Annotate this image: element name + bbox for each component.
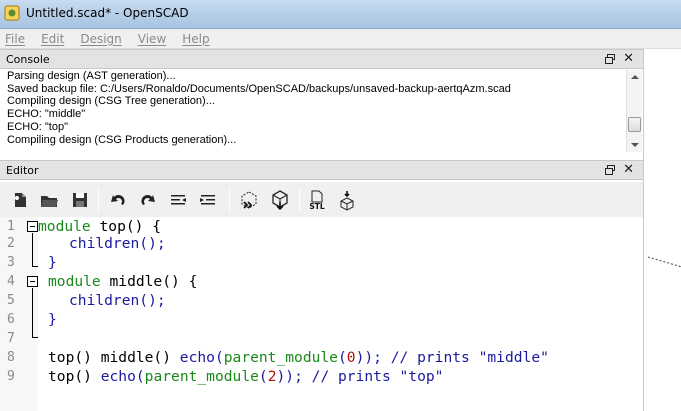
number-literal: 2 bbox=[267, 368, 277, 385]
code-token: (); bbox=[139, 292, 166, 309]
menu-view[interactable]: View bbox=[138, 32, 166, 46]
menu-edit[interactable]: Edit bbox=[41, 32, 64, 46]
code-line: 6 } bbox=[0, 310, 643, 329]
code-token: (); bbox=[139, 235, 166, 252]
code-line: 2 children(); bbox=[0, 234, 643, 253]
comment: // prints "top" bbox=[311, 368, 444, 385]
scroll-thumb[interactable] bbox=[628, 117, 641, 132]
render-icon[interactable] bbox=[269, 189, 291, 211]
code-line: 9 top() echo(parent_module(2)); // print… bbox=[0, 367, 643, 386]
line-number: 7 bbox=[7, 331, 15, 346]
code-token: ( bbox=[135, 368, 145, 385]
code-line: 7 bbox=[0, 329, 643, 348]
code-token: )); bbox=[276, 368, 312, 385]
function-name: parent_module bbox=[223, 349, 338, 366]
function-name: children bbox=[69, 292, 140, 309]
menu-design[interactable]: Design bbox=[80, 32, 121, 46]
editor-toolbar: STL bbox=[0, 182, 643, 217]
indent-icon[interactable] bbox=[197, 189, 219, 211]
float-icon[interactable] bbox=[604, 53, 616, 65]
code-token: } bbox=[48, 254, 57, 271]
line-number: 5 bbox=[7, 293, 15, 308]
console-close-icon[interactable]: ✕ bbox=[623, 51, 634, 67]
comment: // prints "middle" bbox=[390, 349, 549, 366]
function-name: echo bbox=[100, 368, 136, 385]
unindent-icon[interactable] bbox=[167, 189, 189, 211]
console-line: Saved backup file: C:/Users/Ronaldo/Docu… bbox=[7, 82, 511, 95]
code-text: } bbox=[48, 253, 57, 272]
code-token: top() { bbox=[90, 218, 162, 235]
console-line: ECHO: "middle" bbox=[7, 108, 86, 121]
code-token: middle() { bbox=[100, 273, 198, 290]
stl-label: STL bbox=[309, 202, 325, 211]
console-scrollbar[interactable] bbox=[626, 70, 642, 152]
window-title: Untitled.scad* - OpenSCAD bbox=[26, 6, 189, 20]
code-line: 4 module middle() { bbox=[0, 272, 643, 291]
openscad-app-icon bbox=[4, 5, 20, 21]
scroll-up-icon[interactable] bbox=[631, 75, 639, 79]
send-to-print-icon[interactable] bbox=[336, 189, 358, 211]
line-number: 6 bbox=[7, 312, 15, 327]
console-line: ECHO: "top" bbox=[7, 120, 68, 133]
code-text: top() echo(parent_module(2)); // prints … bbox=[48, 367, 443, 386]
axis-line bbox=[648, 256, 681, 268]
code-token: ( bbox=[214, 349, 224, 366]
function-name: echo bbox=[179, 349, 215, 366]
save-icon[interactable] bbox=[69, 189, 91, 211]
line-number: 4 bbox=[7, 274, 15, 289]
code-token: )); bbox=[355, 349, 391, 366]
code-editor[interactable]: 1 module top() { 2 children(); 3 } 4 mod… bbox=[0, 217, 643, 411]
console-line-partial bbox=[2, 146, 626, 152]
function-name: parent_module bbox=[144, 368, 259, 385]
new-file-icon[interactable] bbox=[9, 189, 31, 211]
code-line: 5 children(); bbox=[0, 291, 643, 310]
menu-file[interactable]: File bbox=[5, 32, 25, 46]
code-token: top() bbox=[48, 368, 101, 385]
toolbar-separator bbox=[299, 188, 300, 212]
console-line: Compiling design (CSG Products generatio… bbox=[7, 133, 237, 146]
code-line: 3 } bbox=[0, 253, 643, 272]
editor-title: Editor bbox=[6, 164, 39, 177]
code-token: ( bbox=[258, 368, 268, 385]
console-line: Compiling design (CSG Tree generation)..… bbox=[7, 95, 215, 108]
3d-viewport[interactable] bbox=[643, 49, 681, 411]
open-file-icon[interactable] bbox=[38, 189, 60, 211]
console-header: Console ✕ bbox=[0, 49, 643, 69]
toolbar-separator bbox=[229, 188, 230, 212]
code-text: top() middle() echo(parent_module(0)); /… bbox=[48, 348, 549, 367]
export-stl-icon[interactable]: STL bbox=[306, 189, 328, 211]
line-number: 9 bbox=[7, 369, 15, 384]
menu-help[interactable]: Help bbox=[182, 32, 209, 46]
code-token: ( bbox=[337, 349, 347, 366]
console-line: Parsing design (AST generation)... bbox=[7, 70, 176, 82]
redo-icon[interactable] bbox=[137, 189, 159, 211]
function-name: children bbox=[69, 235, 140, 252]
code-text: } bbox=[48, 310, 57, 329]
line-number: 2 bbox=[7, 236, 15, 251]
float-icon[interactable] bbox=[604, 164, 616, 176]
number-literal: 0 bbox=[346, 349, 356, 366]
menu-bar: File Edit Design View Help bbox=[0, 29, 681, 49]
console-output: Parsing design (AST generation)... Saved… bbox=[2, 70, 626, 152]
line-number: 8 bbox=[7, 350, 15, 365]
code-token: top() middle() bbox=[48, 349, 180, 366]
line-number: 3 bbox=[7, 255, 15, 270]
console-title: Console bbox=[6, 53, 50, 66]
code-text: module middle() { bbox=[48, 272, 197, 291]
code-text: children(); bbox=[69, 291, 166, 310]
keyword: module bbox=[38, 218, 91, 235]
code-token: } bbox=[48, 311, 57, 328]
code-text: children(); bbox=[69, 234, 166, 253]
preview-icon[interactable] bbox=[238, 189, 260, 211]
toolbar-separator bbox=[98, 188, 99, 212]
editor-header: Editor ✕ bbox=[0, 160, 643, 180]
code-line: 8 top() middle() echo(parent_module(0));… bbox=[0, 348, 643, 367]
undo-icon[interactable] bbox=[107, 189, 129, 211]
title-bar: Untitled.scad* - OpenSCAD bbox=[0, 0, 681, 29]
keyword: module bbox=[48, 273, 101, 290]
scroll-down-icon[interactable] bbox=[631, 143, 639, 147]
editor-close-icon[interactable]: ✕ bbox=[623, 162, 634, 178]
